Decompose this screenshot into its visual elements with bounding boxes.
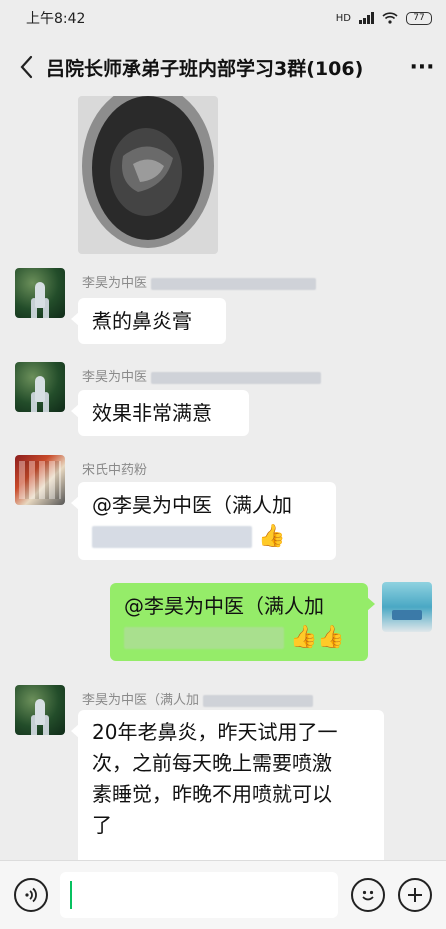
avatar[interactable]	[15, 268, 65, 318]
hd-label: HD	[335, 12, 351, 24]
message-text: 效果非常满意	[92, 401, 212, 425]
message-bubble-outgoing[interactable]: @李昊为中医（满人加 👍👍	[110, 583, 375, 661]
input-bar	[0, 860, 446, 929]
signal-icon	[359, 12, 374, 24]
sender-name: 宋氏中药粉	[82, 463, 148, 478]
battery-icon: 77	[406, 11, 432, 25]
redacted-text	[151, 277, 317, 290]
message-bubble[interactable]: 效果非常满意	[71, 390, 249, 436]
message-text-line: 20年老鼻炎，昨天试用了一	[92, 720, 338, 744]
wifi-icon	[382, 12, 398, 24]
status-icons: HD 77	[335, 11, 432, 25]
message-bubble[interactable]: @李昊为中医（满人加 👍	[71, 482, 336, 560]
redacted-text	[203, 694, 314, 707]
self-avatar[interactable]	[382, 582, 432, 632]
sender-name: 李昊为中医	[82, 366, 322, 385]
chat-header: 吕院长师承弟子班内部学习3群(106) ···	[0, 36, 446, 98]
message-bubble[interactable]: 20年老鼻炎，昨天试用了一 次，之前每天晚上需要喷激 素睡觉，昨晚不用喷就可以 …	[71, 710, 384, 860]
message-text-line: 次，之前每天晚上需要喷激	[92, 751, 332, 775]
message-text: @李昊为中医（满人加	[92, 493, 292, 517]
chat-image[interactable]	[78, 96, 218, 254]
chevron-left-icon	[20, 55, 33, 79]
pot-photo	[78, 96, 218, 254]
redacted-text	[92, 526, 252, 548]
thumbs-up-emoji: 👍	[258, 524, 286, 549]
more-options-button[interactable]: ···	[402, 55, 442, 80]
avatar[interactable]	[15, 362, 65, 412]
status-bar: 上午8:42 HD 77	[0, 0, 446, 36]
avatar[interactable]	[15, 685, 65, 735]
avatar[interactable]	[15, 455, 65, 505]
message-text: 煮的鼻炎膏	[92, 309, 192, 333]
voice-icon	[25, 887, 37, 903]
status-time: 上午8:42	[26, 11, 86, 27]
message-text: @李昊为中医（满人加	[124, 594, 324, 618]
chat-title: 吕院长师承弟子班内部学习3群(106)	[46, 57, 364, 80]
emoji-button[interactable]	[351, 878, 385, 912]
redacted-text	[124, 627, 284, 649]
thumbs-up-emoji: 👍👍	[290, 625, 345, 650]
message-text-line: 素睡觉，昨晚不用喷就可以	[92, 782, 332, 806]
smiley-icon	[362, 890, 374, 901]
back-button[interactable]	[6, 47, 46, 87]
sender-name: 李昊为中医	[82, 272, 317, 291]
message-bubble[interactable]: 煮的鼻炎膏	[71, 298, 226, 344]
add-button[interactable]	[398, 878, 432, 912]
message-text-line: 了	[92, 813, 112, 837]
sender-name: 李昊为中医（满人加	[82, 689, 314, 708]
voice-button[interactable]	[14, 878, 48, 912]
message-input[interactable]	[60, 872, 338, 918]
text-caret	[70, 881, 72, 909]
plus-icon	[408, 888, 422, 902]
redacted-text	[151, 371, 322, 384]
